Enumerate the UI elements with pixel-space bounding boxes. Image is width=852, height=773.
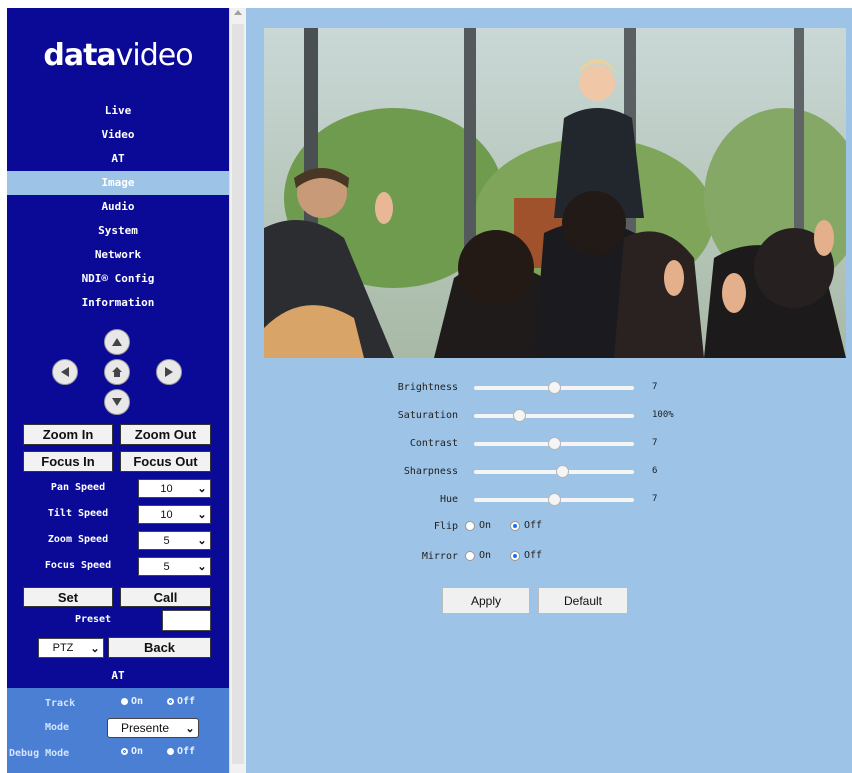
focus-speed-label: Focus Speed bbox=[44, 560, 112, 571]
nav-item-live[interactable]: Live bbox=[7, 99, 229, 123]
apply-button[interactable]: Apply bbox=[442, 587, 530, 614]
ptz-mode-select[interactable]: PTZ ⌄ bbox=[38, 638, 104, 658]
focus-out-button[interactable]: Focus Out bbox=[120, 451, 211, 472]
slider-thumb[interactable] bbox=[556, 465, 569, 478]
back-button[interactable]: Back bbox=[108, 637, 211, 658]
flip-on-radio[interactable]: On bbox=[465, 520, 491, 531]
radio-icon bbox=[121, 698, 128, 705]
nav-menu: Live Video AT Image Audio System Network… bbox=[7, 99, 229, 315]
zoom-speed-select[interactable]: 5 ⌄ bbox=[138, 531, 211, 550]
zoom-out-button[interactable]: Zoom Out bbox=[120, 424, 211, 445]
datavideo-logo: datavideo bbox=[43, 38, 193, 73]
brightness-slider[interactable] bbox=[474, 381, 634, 394]
preset-label: Preset bbox=[74, 614, 112, 625]
scroll-up-icon[interactable] bbox=[234, 10, 242, 15]
chevron-down-icon: ⌄ bbox=[197, 509, 207, 521]
chevron-down-icon: ⌄ bbox=[197, 561, 207, 573]
sharpness-value: 6 bbox=[652, 466, 658, 476]
nav-item-at[interactable]: AT bbox=[7, 147, 229, 171]
sidebar: datavideo Live Video AT Image Audio Syst… bbox=[7, 8, 229, 773]
scroll-thumb[interactable] bbox=[232, 24, 244, 764]
saturation-value: 100% bbox=[652, 410, 674, 420]
at-panel: Track On Off Mode Presente ⌄ Debug Mode O… bbox=[7, 688, 229, 773]
live-video-preview bbox=[264, 28, 846, 358]
radio-selected-icon bbox=[510, 550, 520, 561]
main-panel: Brightness 7 Saturation 100% Contrast 7 … bbox=[246, 8, 852, 773]
sharpness-slider[interactable] bbox=[474, 465, 634, 478]
zoom-speed-label: Zoom Speed bbox=[47, 534, 109, 545]
saturation-slider[interactable] bbox=[474, 409, 634, 422]
slider-thumb[interactable] bbox=[548, 493, 561, 506]
hue-label: Hue bbox=[439, 494, 458, 505]
conference-scene-image bbox=[264, 28, 846, 358]
pan-left-button[interactable] bbox=[52, 359, 78, 385]
call-preset-button[interactable]: Call bbox=[120, 587, 211, 607]
chevron-down-icon: ⌄ bbox=[185, 722, 195, 735]
tilt-speed-select[interactable]: 10 ⌄ bbox=[138, 505, 211, 524]
pan-down-button[interactable] bbox=[104, 389, 130, 415]
mode-label: Mode bbox=[45, 722, 70, 733]
pan-speed-select[interactable]: 10 ⌄ bbox=[138, 479, 211, 498]
chevron-down-icon: ⌄ bbox=[197, 535, 207, 547]
radio-icon bbox=[465, 520, 475, 531]
track-on-radio[interactable]: On bbox=[121, 696, 143, 707]
preset-input[interactable] bbox=[162, 610, 211, 631]
debug-mode-label: Debug Mode bbox=[9, 748, 70, 759]
hue-slider[interactable] bbox=[474, 493, 634, 506]
track-label: Track bbox=[45, 698, 76, 709]
chevron-down-icon: ⌄ bbox=[90, 642, 100, 655]
chevron-down-icon: ⌄ bbox=[197, 483, 207, 495]
nav-item-video[interactable]: Video bbox=[7, 123, 229, 147]
zoom-in-button[interactable]: Zoom In bbox=[23, 424, 113, 445]
flip-off-radio[interactable]: Off bbox=[510, 520, 542, 531]
pan-right-button[interactable] bbox=[156, 359, 182, 385]
radio-icon bbox=[167, 748, 174, 755]
debug-on-radio[interactable]: On bbox=[121, 746, 143, 757]
brightness-value: 7 bbox=[652, 382, 658, 392]
debug-off-radio[interactable]: Off bbox=[167, 746, 195, 757]
nav-item-system[interactable]: System bbox=[7, 219, 229, 243]
home-icon bbox=[112, 367, 122, 377]
hue-value: 7 bbox=[652, 494, 658, 504]
contrast-value: 7 bbox=[652, 438, 658, 448]
sidebar-scrollbar[interactable] bbox=[229, 8, 246, 773]
focus-in-button[interactable]: Focus In bbox=[23, 451, 113, 472]
pan-speed-label: Pan Speed bbox=[50, 482, 106, 493]
focus-speed-select[interactable]: 5 ⌄ bbox=[138, 557, 211, 576]
radio-selected-icon bbox=[510, 520, 520, 531]
home-button[interactable] bbox=[104, 359, 130, 385]
default-button[interactable]: Default bbox=[538, 587, 628, 614]
radio-icon bbox=[465, 550, 475, 561]
mirror-on-radio[interactable]: On bbox=[465, 550, 491, 561]
pan-up-button[interactable] bbox=[104, 329, 130, 355]
radio-selected-icon bbox=[167, 698, 174, 705]
arrow-down-icon bbox=[112, 398, 122, 406]
tilt-speed-label: Tilt Speed bbox=[47, 508, 109, 519]
nav-item-ndi-config[interactable]: NDI® Config bbox=[7, 267, 229, 291]
radio-selected-icon bbox=[121, 748, 128, 755]
slider-thumb[interactable] bbox=[548, 381, 561, 394]
nav-item-network[interactable]: Network bbox=[7, 243, 229, 267]
contrast-label: Contrast bbox=[409, 438, 458, 449]
arrow-right-icon bbox=[165, 367, 173, 377]
slider-thumb[interactable] bbox=[512, 409, 526, 422]
sharpness-label: Sharpness bbox=[403, 466, 458, 477]
contrast-slider[interactable] bbox=[474, 437, 634, 450]
arrow-left-icon bbox=[61, 367, 69, 377]
mirror-label: Mirror bbox=[421, 551, 458, 562]
at-section-header: AT bbox=[7, 664, 229, 688]
at-mode-select[interactable]: Presente ⌄ bbox=[107, 718, 199, 738]
nav-item-audio[interactable]: Audio bbox=[7, 195, 229, 219]
brightness-label: Brightness bbox=[397, 382, 458, 393]
saturation-label: Saturation bbox=[397, 410, 458, 421]
nav-item-information[interactable]: Information bbox=[7, 291, 229, 315]
slider-thumb[interactable] bbox=[548, 437, 561, 450]
track-off-radio[interactable]: Off bbox=[167, 696, 195, 707]
arrow-up-icon bbox=[112, 338, 122, 346]
mirror-off-radio[interactable]: Off bbox=[510, 550, 542, 561]
flip-label: Flip bbox=[433, 521, 458, 532]
set-preset-button[interactable]: Set bbox=[23, 587, 113, 607]
nav-item-image[interactable]: Image bbox=[7, 171, 229, 195]
